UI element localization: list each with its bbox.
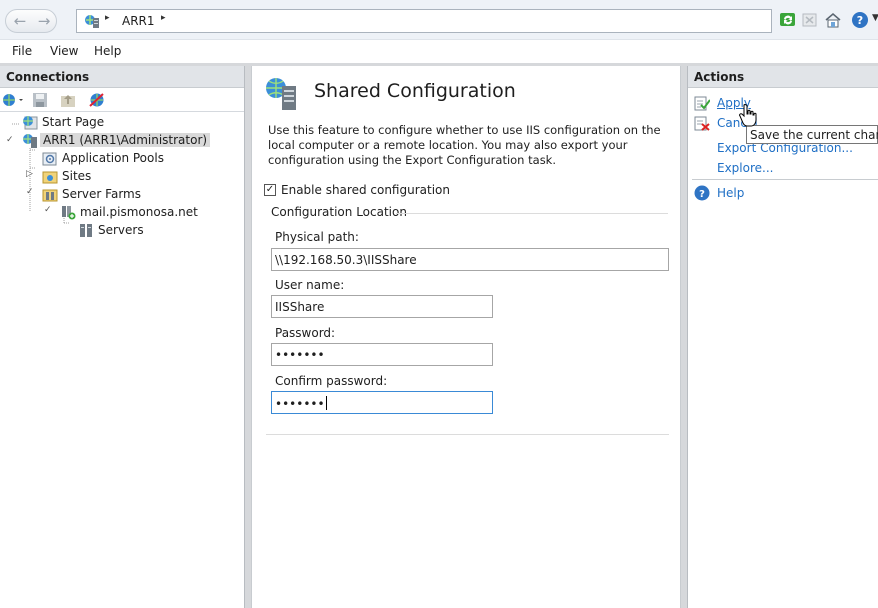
username-label: User name: — [275, 278, 345, 292]
menu-bar: File View Help — [0, 41, 878, 63]
tree-label: Start Page — [42, 115, 105, 129]
breadcrumb-server[interactable]: ARR1 — [122, 14, 155, 28]
actions-header: Actions — [688, 66, 878, 88]
shared-configuration-page: Shared Configuration Use this feature to… — [251, 66, 681, 608]
tree-label: mail.pismonosa.net — [80, 205, 198, 219]
stop-icon[interactable] — [801, 11, 819, 29]
explore-action[interactable]: Explore... — [717, 161, 773, 175]
tree-label: Server Farms — [62, 187, 141, 201]
text-caret — [325, 396, 327, 410]
breadcrumb-separator[interactable]: ▸ — [105, 13, 110, 23]
refresh-icon[interactable] — [779, 11, 797, 29]
up-level-icon[interactable] — [60, 92, 76, 108]
chevron-down-icon[interactable]: ✓ — [44, 205, 52, 215]
physical-path-input[interactable]: \\192.168.50.3\IISShare — [271, 248, 669, 271]
password-value: ••••••• — [275, 348, 325, 362]
page-description: Use this feature to configure whether to… — [268, 123, 661, 167]
connections-header: Connections — [0, 66, 244, 88]
chevron-down-icon[interactable]: ▼ — [872, 13, 878, 23]
tree-label: ARR1 (ARR1\Administrator) — [40, 133, 211, 147]
help-icon: ? — [694, 185, 710, 201]
connect-globe-icon[interactable] — [2, 92, 24, 108]
servers-icon — [80, 224, 92, 237]
apply-tooltip: Save the current change — [746, 125, 878, 144]
confirm-password-value: ••••••• — [275, 397, 325, 411]
hand-cursor-icon — [739, 104, 757, 127]
enable-shared-configuration-checkbox[interactable]: ✓ — [264, 184, 276, 196]
configuration-location-group-title: Configuration Location — [271, 205, 407, 219]
tree-label: Servers — [98, 223, 144, 237]
disconnect-icon[interactable] — [88, 92, 106, 108]
menu-view[interactable]: View — [50, 44, 78, 58]
chevron-right-icon[interactable]: ▷ — [26, 169, 33, 179]
actions-divider — [692, 179, 878, 180]
forward-arrow-icon[interactable]: → — [32, 11, 56, 31]
back-arrow-icon[interactable]: ← — [8, 11, 32, 31]
enable-shared-configuration-label[interactable]: Enable shared configuration — [281, 183, 450, 197]
confirm-password-input[interactable]: ••••••• — [271, 391, 493, 414]
apply-icon — [694, 96, 710, 111]
navigation-buttons: ← → — [5, 9, 57, 33]
page-title: Shared Configuration — [314, 80, 516, 102]
server-icon — [85, 15, 99, 28]
section-divider — [266, 434, 669, 435]
server-icon — [23, 134, 37, 148]
confirm-password-label: Confirm password: — [275, 374, 388, 388]
menu-file[interactable]: File — [12, 44, 32, 58]
checkmark-icon: ✓ — [265, 184, 275, 195]
svg-text:?: ? — [699, 189, 705, 200]
username-value: IISShare — [275, 300, 325, 314]
address-bar: ← → ▸ ARR1 ▸ ? ▼ — [0, 0, 878, 40]
breadcrumb-separator[interactable]: ▸ — [161, 13, 166, 23]
physical-path-label: Physical path: — [275, 230, 359, 244]
start-page-icon — [23, 116, 38, 130]
svg-text:?: ? — [857, 14, 863, 27]
sites-folder-icon — [42, 171, 58, 184]
menu-help[interactable]: Help — [94, 44, 121, 58]
shared-configuration-icon — [266, 78, 296, 110]
connections-toolbar — [0, 88, 244, 112]
home-icon[interactable] — [824, 11, 842, 29]
server-farm-icon — [62, 206, 76, 220]
physical-path-value: \\192.168.50.3\IISShare — [275, 253, 417, 267]
address-box[interactable]: ▸ ARR1 ▸ — [76, 9, 772, 33]
password-input[interactable]: ••••••• — [271, 343, 493, 366]
password-label: Password: — [275, 326, 336, 340]
chevron-down-icon[interactable]: ✓ — [6, 135, 14, 145]
group-divider — [396, 213, 668, 214]
chevron-down-icon[interactable]: ✓ — [26, 187, 34, 197]
server-farms-icon — [42, 189, 58, 202]
application-pools-icon — [42, 152, 57, 166]
cancel-icon — [694, 116, 710, 131]
help-action[interactable]: Help — [717, 186, 744, 200]
tree-label: Sites — [62, 169, 92, 183]
save-icon[interactable] — [32, 92, 48, 108]
actions-panel: Actions Apply Cancel Export Configuratio… — [687, 66, 878, 608]
tree-label: Application Pools — [62, 151, 164, 165]
username-input[interactable]: IISShare — [271, 295, 493, 318]
help-icon[interactable]: ? — [851, 11, 869, 29]
connections-panel: Connections Start Page ✓ ARR1 (ARR1\Admi… — [0, 66, 245, 608]
